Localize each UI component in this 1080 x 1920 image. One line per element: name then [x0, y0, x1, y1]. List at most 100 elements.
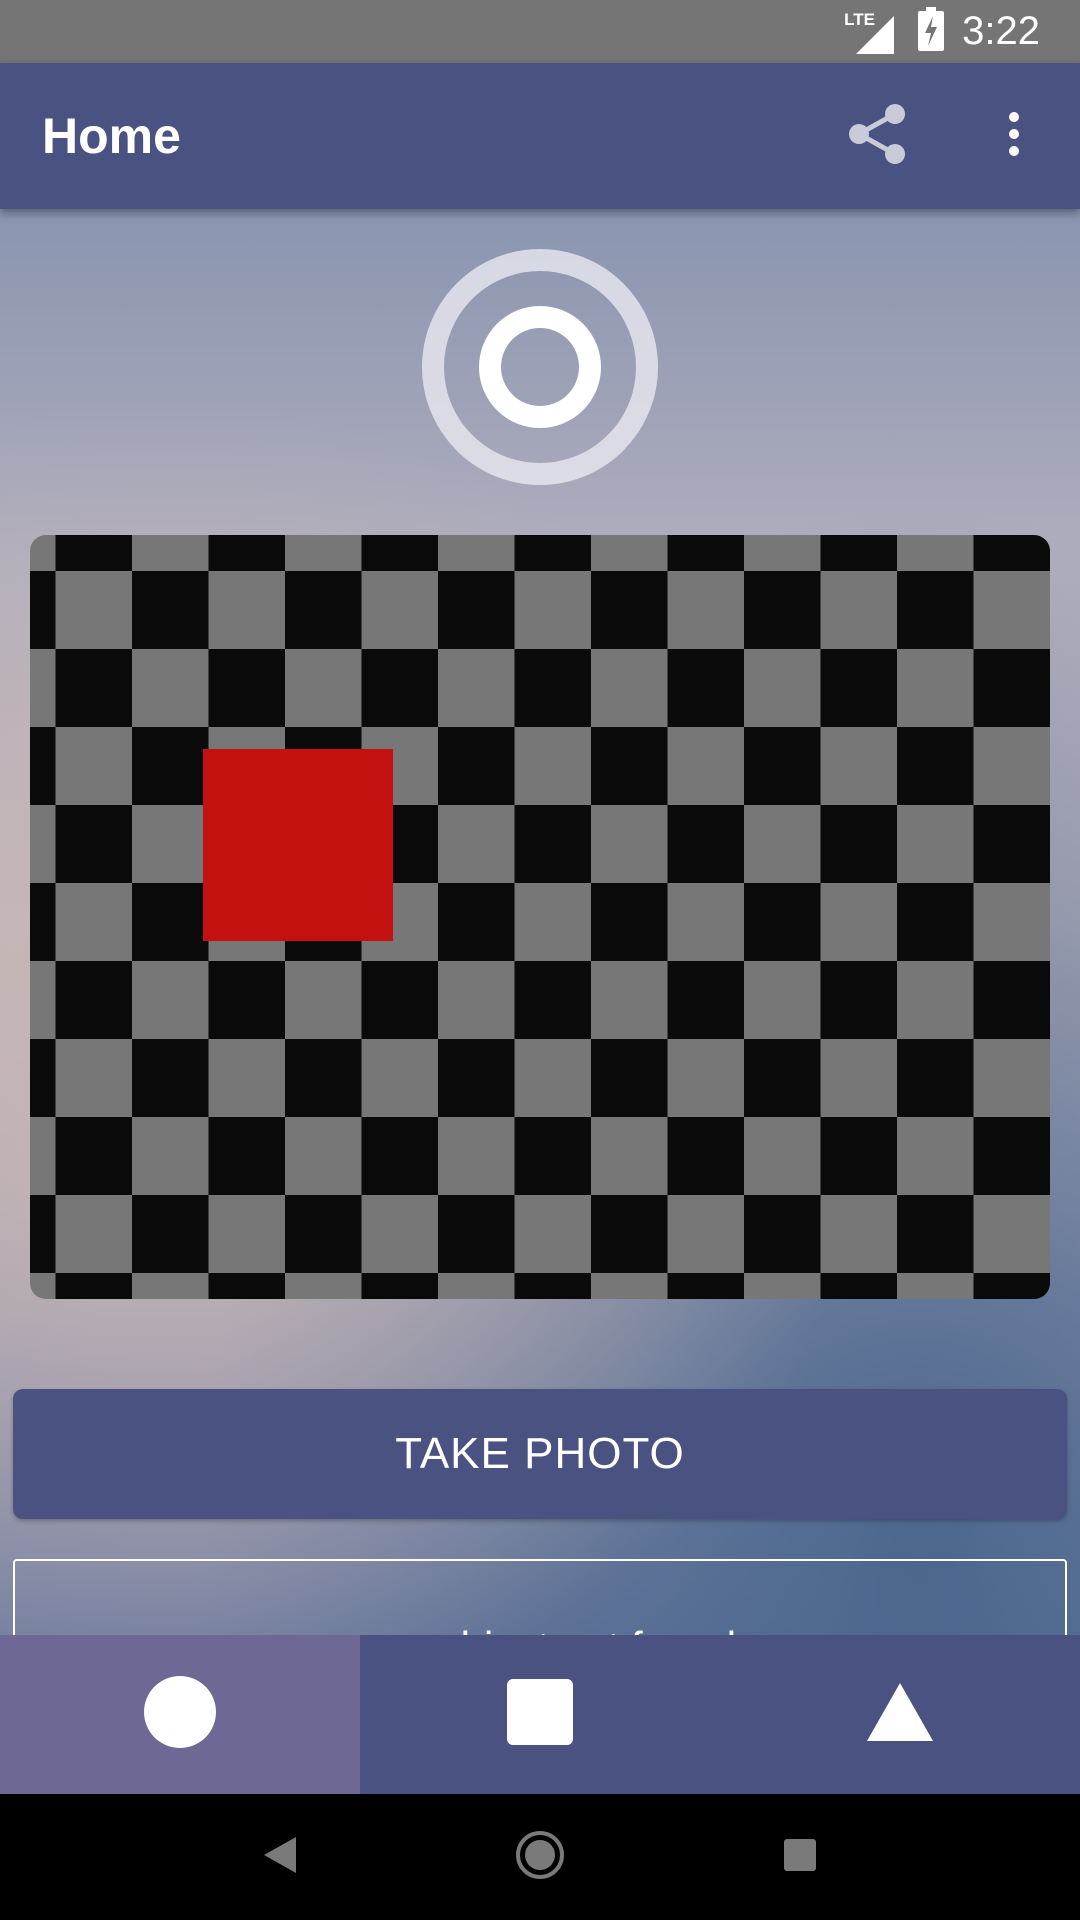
- overflow-menu-icon: [1007, 111, 1021, 161]
- checker-cell: [30, 535, 57, 572]
- result-status-text: user object not found: [344, 1623, 736, 1635]
- overflow-menu-button[interactable]: [966, 88, 1062, 184]
- checker-cell: [208, 1195, 286, 1274]
- checker-cell: [514, 1195, 592, 1274]
- checker-cell: [438, 1195, 516, 1274]
- checker-cell: [973, 1273, 1050, 1299]
- triangle-icon: [867, 1683, 933, 1746]
- checker-cell: [973, 727, 1050, 806]
- checker-cell: [132, 1039, 210, 1118]
- checker-cell: [591, 1117, 669, 1196]
- checker-cell: [30, 1117, 57, 1196]
- checker-cell: [744, 727, 822, 806]
- status-bar: LTE 3:22: [0, 0, 1080, 63]
- bottom-nav-circle[interactable]: [0, 1635, 360, 1794]
- checker-cell: [667, 1273, 745, 1299]
- checker-cell: [897, 727, 975, 806]
- checker-cell: [55, 727, 133, 806]
- checker-cell: [30, 1273, 57, 1299]
- checker-cell: [30, 805, 57, 884]
- bottom-nav-triangle[interactable]: [720, 1635, 1080, 1794]
- checker-cell: [591, 649, 669, 728]
- checker-cell: [438, 805, 516, 884]
- checker-cell: [438, 883, 516, 962]
- checker-cell: [591, 805, 669, 884]
- battery-charging-icon: [918, 7, 945, 56]
- checker-cell: [208, 1117, 286, 1196]
- checker-cell: [132, 883, 210, 962]
- checker-cell: [438, 961, 516, 1040]
- checker-cell: [820, 571, 898, 650]
- back-button[interactable]: [240, 1817, 320, 1897]
- checker-cell: [285, 571, 363, 650]
- checker-cell: [820, 961, 898, 1040]
- checker-cell: [438, 1273, 516, 1299]
- checker-cell: [208, 1039, 286, 1118]
- checker-cell: [30, 1195, 57, 1274]
- checker-cell: [361, 1195, 439, 1274]
- camera-preview[interactable]: [30, 535, 1050, 1299]
- checker-cell: [973, 535, 1050, 572]
- checker-cell: [973, 805, 1050, 884]
- checker-cell: [973, 1195, 1050, 1274]
- status-icons: LTE 3:22: [844, 0, 1040, 63]
- result-status-box: user object not found: [13, 1559, 1067, 1635]
- checker-cell: [285, 961, 363, 1040]
- circle-icon: [143, 1675, 217, 1754]
- home-button[interactable]: [500, 1817, 580, 1897]
- checker-cell: [55, 1195, 133, 1274]
- checker-cell: [591, 1273, 669, 1299]
- checker-cell: [438, 1117, 516, 1196]
- recents-button[interactable]: [760, 1817, 840, 1897]
- status-time: 3:22: [962, 9, 1040, 53]
- checker-cell: [438, 727, 516, 806]
- checker-cell: [55, 571, 133, 650]
- checker-cell: [744, 535, 822, 572]
- checker-cell: [208, 1273, 286, 1299]
- checker-cell: [30, 727, 57, 806]
- checker-cell: [820, 727, 898, 806]
- bottom-nav-square[interactable]: [360, 1635, 720, 1794]
- checker-cell: [744, 1039, 822, 1118]
- checker-cell: [285, 1117, 363, 1196]
- checker-cell: [30, 1039, 57, 1118]
- shutter-button[interactable]: [420, 248, 660, 489]
- checker-cell: [897, 1117, 975, 1196]
- take-photo-button[interactable]: TAKE PHOTO: [13, 1389, 1067, 1519]
- home-icon: [515, 1830, 565, 1885]
- checker-cell: [285, 1039, 363, 1118]
- checker-cell: [361, 961, 439, 1040]
- checker-cell: [820, 535, 898, 572]
- app-bar: Home: [0, 63, 1080, 209]
- checker-cell: [591, 571, 669, 650]
- checker-cell: [667, 961, 745, 1040]
- checker-cell: [55, 805, 133, 884]
- checker-cell: [897, 883, 975, 962]
- checker-cell: [820, 649, 898, 728]
- checker-cell: [514, 1039, 592, 1118]
- checker-cell: [55, 1273, 133, 1299]
- checker-cell: [820, 1273, 898, 1299]
- checker-cell: [514, 649, 592, 728]
- share-button[interactable]: [830, 88, 926, 184]
- checker-cell: [820, 1039, 898, 1118]
- checker-cell: [438, 535, 516, 572]
- checker-cell: [667, 1039, 745, 1118]
- checker-cell: [361, 1273, 439, 1299]
- checker-cell: [591, 727, 669, 806]
- back-icon: [262, 1835, 298, 1880]
- checker-cell: [667, 805, 745, 884]
- checker-cell: [132, 571, 210, 650]
- checker-cell: [744, 1273, 822, 1299]
- checker-cell: [55, 883, 133, 962]
- checker-cell: [285, 535, 363, 572]
- checker-cell: [438, 571, 516, 650]
- bottom-navigation: [0, 1635, 1080, 1794]
- checker-cell: [30, 571, 57, 650]
- checker-cell: [55, 535, 133, 572]
- checker-cell: [897, 1273, 975, 1299]
- checker-cell: [744, 961, 822, 1040]
- checker-cell: [591, 883, 669, 962]
- checker-cell: [514, 883, 592, 962]
- main-content: TAKE PHOTO user object not found: [0, 209, 1080, 1635]
